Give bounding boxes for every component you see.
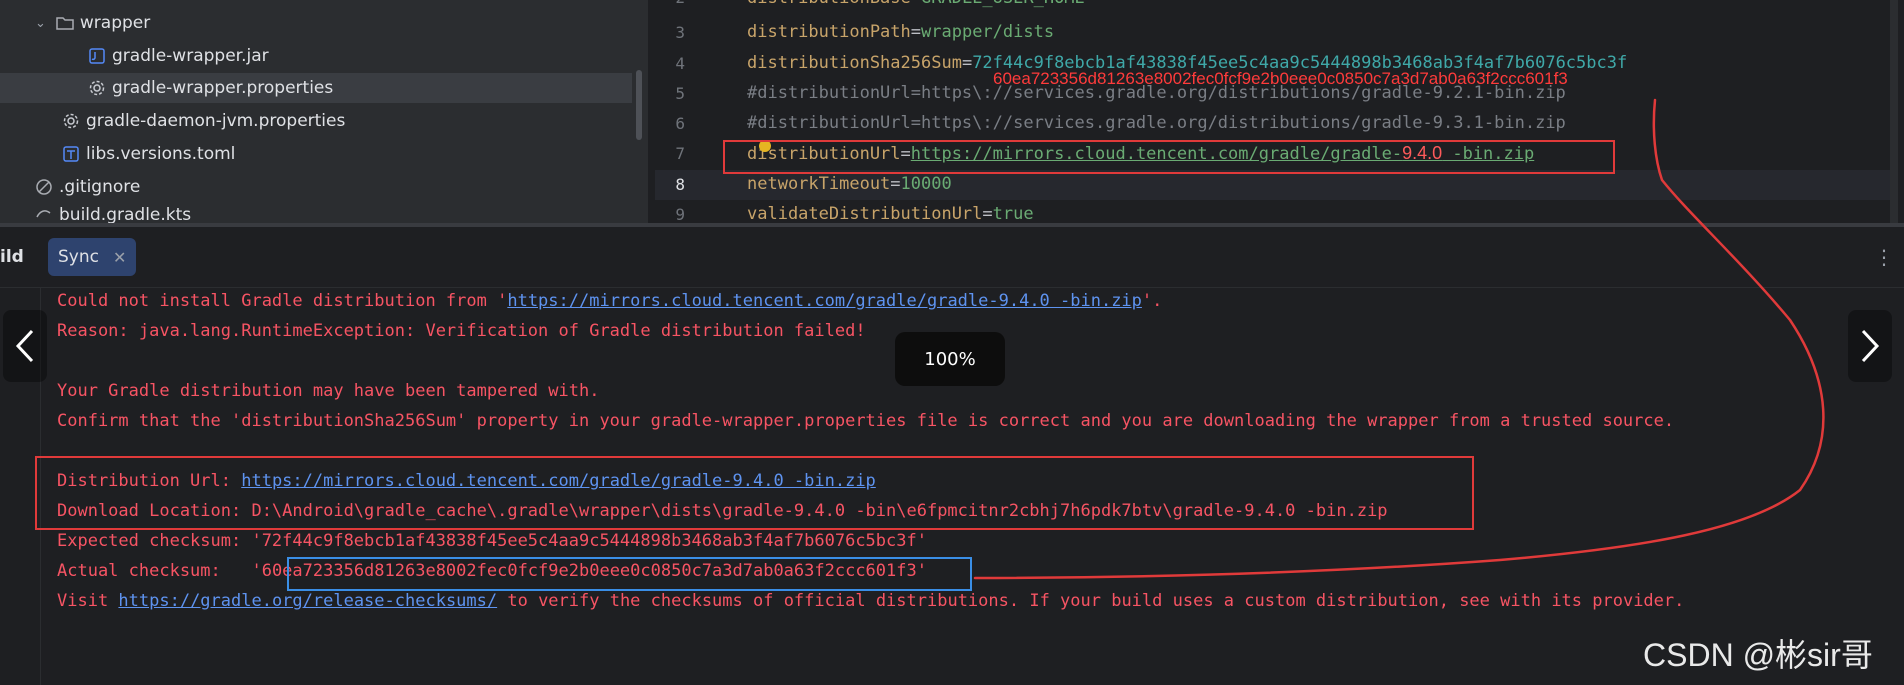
next-image-button[interactable] [1848,310,1892,382]
zoom-level-badge: 100% [895,332,1005,386]
chevron-left-icon [15,329,34,363]
watermark: CSDN @彬sir哥 [1643,637,1873,673]
chevron-right-icon [1861,329,1880,363]
prev-image-button[interactable] [3,310,47,382]
